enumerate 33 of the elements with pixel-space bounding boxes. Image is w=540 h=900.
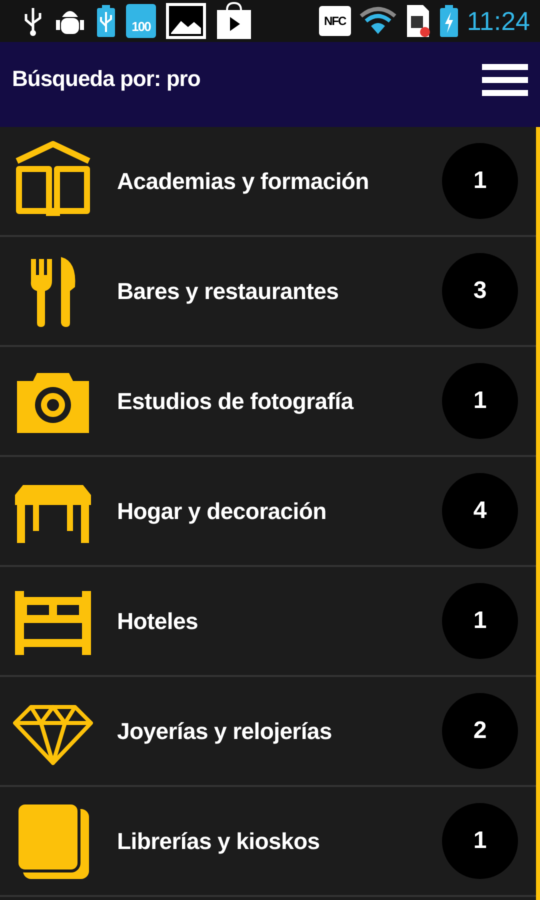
clock-time: 11:24 [466, 8, 530, 34]
category-row[interactable]: Librerías y kioskos 1 [0, 787, 536, 897]
category-label: Academias y formación [117, 166, 370, 196]
count-badge: 1 [442, 803, 518, 879]
category-label: Hoteles [117, 606, 199, 636]
count-badge: 1 [442, 143, 518, 219]
category-row[interactable]: Bares y restaurantes 3 [0, 237, 536, 347]
category-row[interactable]: Joyerías y relojerías 2 [0, 677, 536, 787]
category-row[interactable]: Estudios de fotografía 1 [0, 347, 536, 457]
battery-level-icon: 100 [126, 4, 156, 38]
count-badge: 1 [442, 583, 518, 659]
image-icon [166, 3, 206, 39]
count-badge: 2 [442, 693, 518, 769]
count-badge: 4 [442, 473, 518, 549]
count-badge: 1 [442, 363, 518, 439]
header-title: Búsqueda por: pro [12, 65, 200, 93]
usb-icon [22, 6, 44, 36]
battery-charging-icon [438, 4, 459, 38]
category-row[interactable]: Hogar y decoración 4 [0, 457, 536, 567]
battery-usb-icon [96, 4, 116, 38]
category-row[interactable]: Academias y formación 1 [0, 127, 536, 237]
category-label: Joyerías y relojerías [117, 716, 333, 746]
sim-card-icon [404, 4, 431, 38]
wifi-icon [358, 6, 397, 36]
category-row[interactable]: Hoteles 1 [0, 567, 536, 677]
category-label: Estudios de fotografía [117, 386, 355, 416]
category-label: Hogar y decoración [117, 496, 328, 526]
menu-button[interactable] [482, 62, 528, 98]
category-label: Librerías y kioskos [117, 826, 321, 856]
nfc-icon: NFC [318, 6, 351, 36]
count-badge: 3 [442, 253, 518, 329]
category-label: Bares y restaurantes [117, 276, 340, 306]
shopping-bag-icon [216, 2, 252, 40]
